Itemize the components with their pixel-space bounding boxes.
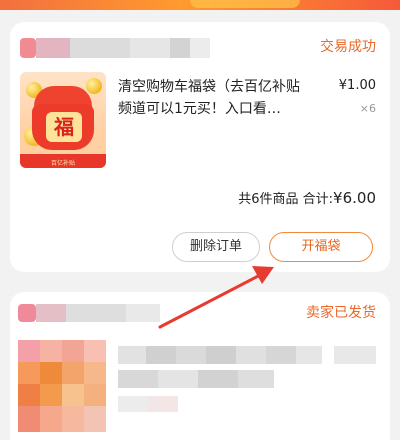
product-image[interactable]: 福 百亿补贴 (20, 72, 106, 168)
summary-total: ¥6.00 (333, 189, 376, 207)
product-title-blurred[interactable] (118, 346, 146, 364)
blur-block (206, 346, 236, 364)
order-card: 交易成功 福 百亿补贴 清空购物车福袋（去百亿补贴频道可以1元买！入口看… ¥1… (10, 22, 390, 272)
shop-avatar-blurred[interactable] (18, 304, 36, 322)
fu-character: 福 (46, 112, 82, 142)
blur-block (198, 370, 238, 388)
blur-block (62, 406, 84, 432)
blur-block (62, 340, 84, 362)
blur-block (146, 346, 176, 364)
blur-block (18, 362, 40, 384)
image-caption: 百亿补贴 (50, 160, 75, 167)
blur-block (176, 346, 206, 364)
blur-block (236, 346, 266, 364)
open-lucky-bag-button[interactable]: 开福袋 (269, 232, 373, 262)
blur-block (40, 384, 62, 406)
blur-block (84, 384, 106, 406)
blur-block (158, 370, 198, 388)
order-status: 卖家已发货 (306, 305, 376, 321)
blur-block (126, 304, 160, 322)
shop-name-blurred[interactable] (36, 304, 66, 322)
product-price: ¥1.00 (338, 78, 376, 93)
blur-block (84, 406, 106, 432)
delete-order-button[interactable]: 删除订单 (172, 232, 260, 262)
blur-block (40, 406, 62, 432)
blur-block (84, 340, 106, 362)
product-title[interactable]: 清空购物车福袋（去百亿补贴频道可以1元买！入口看… (118, 76, 306, 120)
blur-block (40, 340, 62, 362)
shop-name-blurred[interactable] (20, 38, 210, 58)
banner-decoration (190, 0, 300, 8)
product-quantity: ×6 (359, 102, 376, 115)
blur-block (238, 370, 274, 388)
blur-block (62, 384, 84, 406)
coin-icon (86, 78, 102, 94)
blur-block (118, 370, 158, 388)
blur-block (66, 304, 126, 322)
blur-block (148, 396, 178, 412)
blur-block (18, 384, 40, 406)
blur-block (62, 362, 84, 384)
blur-block (84, 362, 106, 384)
price-blurred (334, 346, 376, 364)
blur-block (266, 346, 296, 364)
blur-block (296, 346, 322, 364)
blur-block (18, 406, 40, 432)
order-summary: 共6件商品 合计:¥6.00 (238, 188, 376, 207)
order-status: 交易成功 (320, 39, 376, 55)
product-image-blurred[interactable] (18, 340, 40, 362)
blur-block (40, 362, 62, 384)
summary-label: 共6件商品 合计: (238, 192, 334, 207)
order-card: 卖家已发货 (10, 292, 390, 440)
blur-block (118, 396, 148, 412)
top-banner-strip (0, 0, 400, 10)
